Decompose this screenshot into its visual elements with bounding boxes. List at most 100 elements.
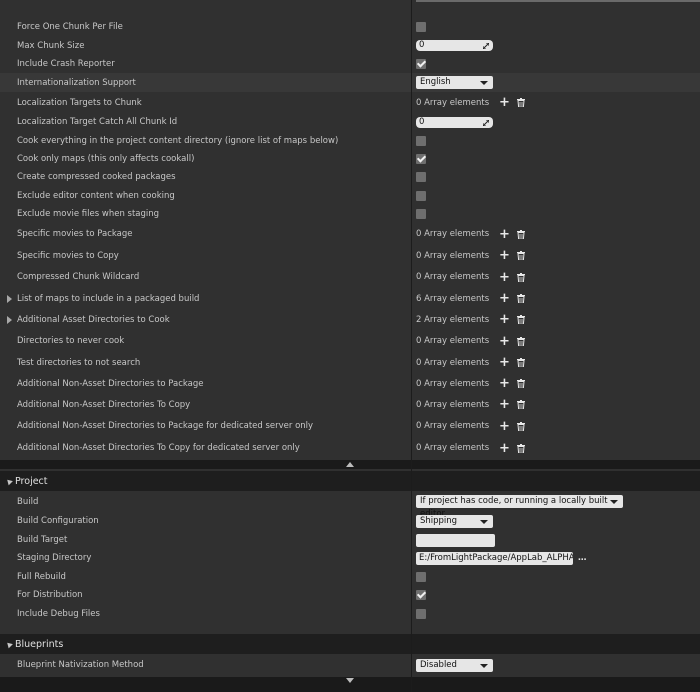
property-value xyxy=(416,533,495,547)
property-value: 0 Array elements + xyxy=(416,419,525,434)
property-value: 0 Array elements + xyxy=(416,334,525,349)
checkbox[interactable] xyxy=(416,608,426,619)
column-divider[interactable] xyxy=(411,0,412,692)
array-count: 6 Array elements xyxy=(416,293,490,304)
trash-icon[interactable] xyxy=(516,294,525,303)
text-input[interactable] xyxy=(416,533,495,547)
property-value: 2 Array elements + xyxy=(416,312,525,327)
checkbox[interactable] xyxy=(416,154,426,164)
trash-icon[interactable] xyxy=(516,358,525,367)
checkbox[interactable] xyxy=(416,190,426,201)
blueprints-section-header[interactable]: Blueprints xyxy=(0,634,700,654)
dropdown[interactable]: Disabled xyxy=(416,658,493,672)
property-value xyxy=(416,571,426,582)
property-label: Localization Targets to Chunk xyxy=(17,97,142,108)
property-label: For Distribution xyxy=(17,590,83,600)
array-count: 0 Array elements xyxy=(416,357,490,368)
collapse-bar[interactable] xyxy=(0,677,700,692)
number-value: 0 xyxy=(419,116,425,127)
dropdown[interactable]: Shipping xyxy=(416,514,493,528)
checkbox[interactable] xyxy=(416,135,426,146)
property-label: Staging Directory xyxy=(17,553,92,563)
array-count: 0 Array elements xyxy=(416,272,490,282)
plus-icon[interactable]: + xyxy=(499,227,510,242)
trash-icon[interactable] xyxy=(516,315,525,324)
checkbox[interactable] xyxy=(416,209,426,219)
array-count: 0 Array elements xyxy=(416,443,490,453)
collapse-arrow-icon[interactable] xyxy=(5,477,13,485)
property-label: Specific movies to Package xyxy=(17,229,133,239)
trash-icon[interactable] xyxy=(516,421,525,431)
plus-icon[interactable]: + xyxy=(499,397,510,412)
property-row-blueprint-nativization-method: Blueprint Nativization Method Disabled xyxy=(0,655,700,675)
property-row-list-of-maps-to-include-in-a-packaged-bu: List of maps to include in a packaged bu… xyxy=(0,288,700,309)
property-label: Include Debug Files xyxy=(17,608,100,619)
plus-icon[interactable]: + xyxy=(499,291,510,306)
path-input[interactable]: E:/FromLightPackage/AppLab_ALPHA1 xyxy=(416,551,573,565)
project-section-header[interactable]: Project xyxy=(0,471,700,491)
number-input[interactable]: 0 xyxy=(416,40,493,51)
property-value: Shipping xyxy=(416,514,493,528)
plus-icon[interactable]: + xyxy=(499,355,510,370)
property-label: Full Rebuild xyxy=(17,571,66,582)
trash-icon[interactable] xyxy=(516,443,525,453)
property-row-internationalization-support: Internationalization Support English xyxy=(0,73,700,92)
collapse-bar[interactable] xyxy=(0,460,700,469)
plus-icon[interactable]: + xyxy=(499,270,510,285)
plus-icon[interactable]: + xyxy=(499,441,510,456)
trash-icon[interactable] xyxy=(516,98,525,107)
checkbox[interactable] xyxy=(416,590,426,600)
plus-icon[interactable]: + xyxy=(499,376,510,391)
property-row-build-target: Build Target xyxy=(0,531,700,549)
trash-icon[interactable] xyxy=(516,251,525,260)
property-label: Additional Non-Asset Directories To Copy xyxy=(17,399,191,410)
dropdown[interactable]: English xyxy=(416,76,493,89)
property-row-additional-asset-directories-to-cook: Additional Asset Directories to Cook 2 Ar… xyxy=(0,309,700,330)
property-label: Build xyxy=(17,496,39,507)
trash-icon[interactable] xyxy=(516,379,525,388)
property-label: Test directories to not search xyxy=(17,357,141,368)
property-row-additional-non-asset-directories-to-copy: Additional Non-Asset Directories To Copy… xyxy=(0,394,700,415)
dropdown[interactable]: If project has code, or running a locall… xyxy=(416,495,623,519)
trash-icon[interactable] xyxy=(516,229,525,239)
ellipsis-icon[interactable]: … xyxy=(578,553,588,563)
chevron-down-icon xyxy=(480,519,488,524)
expand-arrow-icon[interactable] xyxy=(7,294,12,303)
property-value: E:/FromLightPackage/AppLab_ALPHA1 … xyxy=(416,551,588,565)
property-value: 0 Array elements + xyxy=(416,397,525,412)
property-value: 0 xyxy=(416,116,493,128)
property-value: 0 Array elements + xyxy=(416,227,525,242)
property-row-include-debug-files: Include Debug Files xyxy=(0,604,700,623)
chevron-down-icon xyxy=(610,500,618,504)
property-row-create-compressed-cooked-packages: Create compressed cooked packages xyxy=(0,168,700,186)
property-value xyxy=(416,135,426,146)
plus-icon[interactable]: + xyxy=(499,334,510,349)
property-row-specific-movies-to-package: Specific movies to Package 0 Array elemen… xyxy=(0,223,700,245)
property-label: Include Crash Reporter xyxy=(17,59,115,69)
property-value: 0 Array elements + xyxy=(416,95,525,110)
property-value: English xyxy=(416,76,493,89)
checkbox[interactable] xyxy=(416,59,426,69)
blueprints-title: Blueprints xyxy=(15,638,64,650)
property-label: Directories to never cook xyxy=(17,336,125,346)
number-input[interactable]: 0 xyxy=(416,116,493,128)
plus-icon[interactable]: + xyxy=(499,312,510,327)
property-label: Build Configuration xyxy=(17,516,99,526)
checkbox[interactable] xyxy=(416,21,426,32)
checkbox[interactable] xyxy=(416,571,426,582)
plus-icon[interactable]: + xyxy=(499,248,510,263)
trash-icon[interactable] xyxy=(516,400,525,409)
trash-icon[interactable] xyxy=(516,272,525,282)
plus-icon[interactable]: + xyxy=(499,95,510,110)
expand-arrow-icon[interactable] xyxy=(346,678,354,683)
plus-icon[interactable]: + xyxy=(499,419,510,434)
checkbox[interactable] xyxy=(416,172,426,182)
array-count: 0 Array elements xyxy=(416,421,490,431)
array-count: 0 Array elements xyxy=(416,378,490,389)
trash-icon[interactable] xyxy=(516,336,525,346)
details-panel: Force One Chunk Per File Max Chunk Size 0 I… xyxy=(0,0,700,692)
expand-arrow-icon[interactable] xyxy=(7,315,12,324)
collapse-arrow-icon[interactable] xyxy=(5,640,13,648)
property-row-localization-targets-to-chunk: Localization Targets to Chunk 0 Array ele… xyxy=(0,92,700,113)
collapse-arrow-icon[interactable] xyxy=(346,462,354,467)
